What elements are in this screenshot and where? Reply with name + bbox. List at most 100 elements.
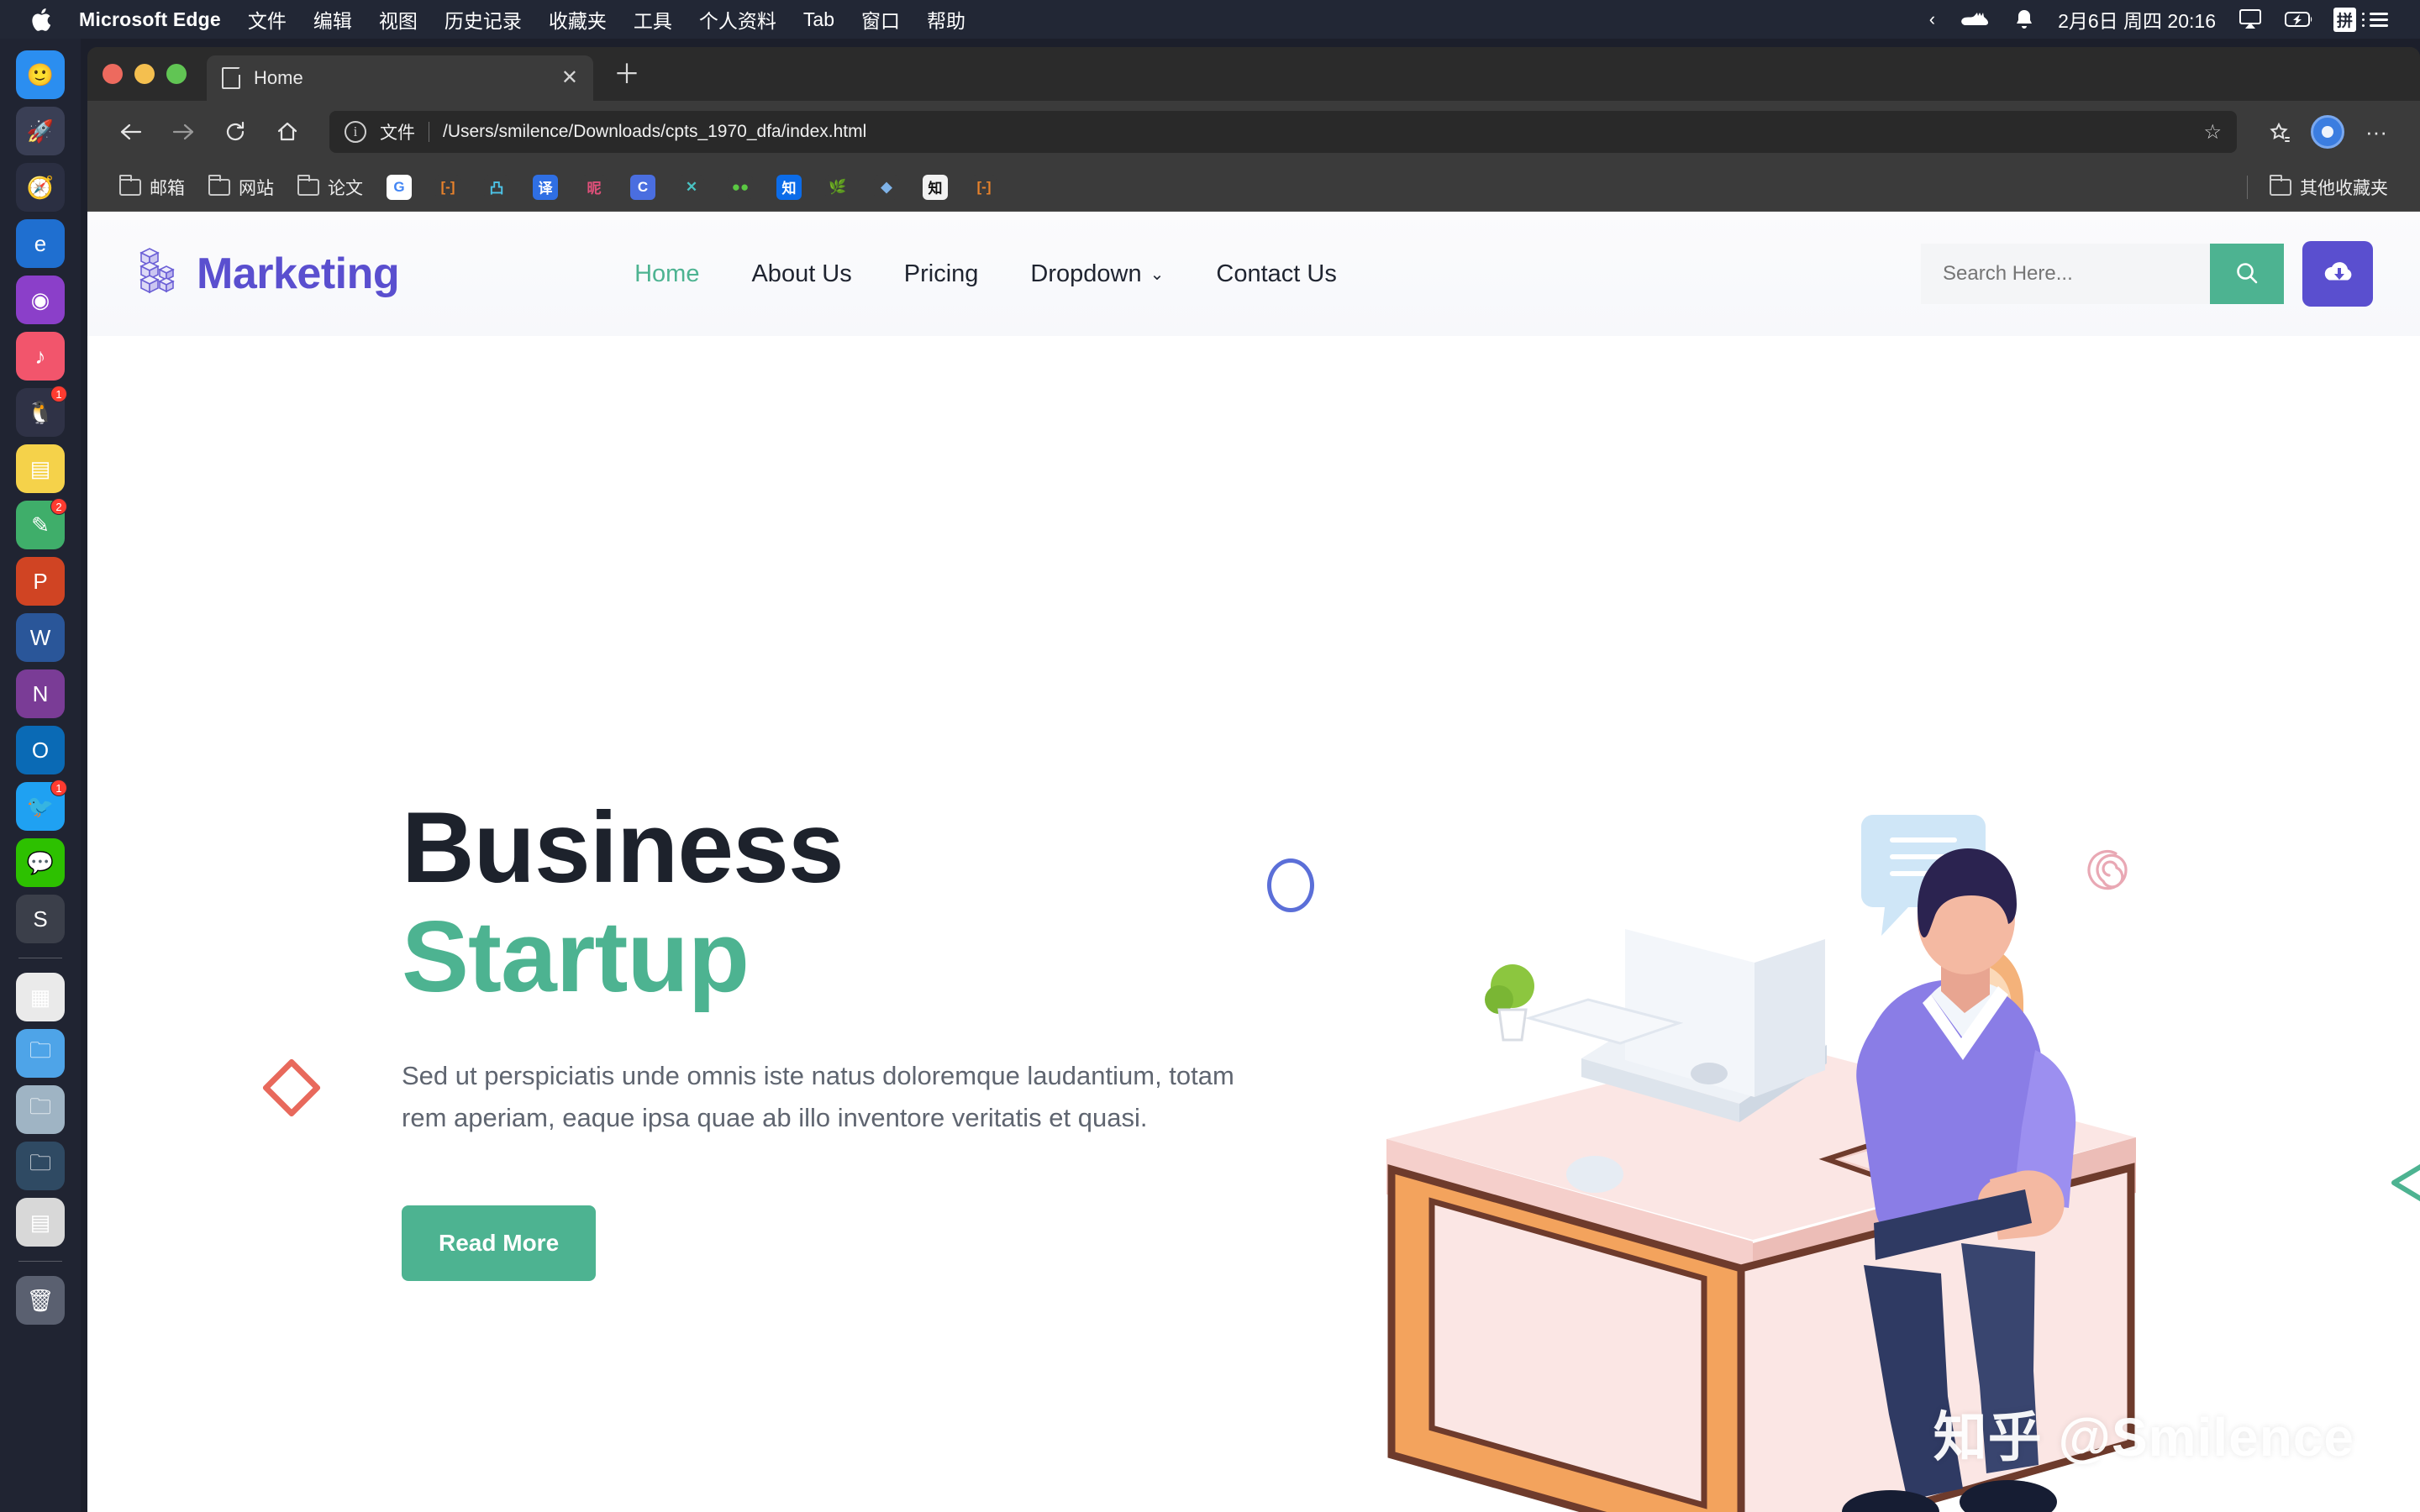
watermark-text: 知乎 @Smilence bbox=[1933, 1407, 2354, 1467]
bookmark-bilibili-icon[interactable]: 凸 bbox=[474, 170, 519, 205]
bookmark-label: 论文 bbox=[328, 178, 363, 198]
home-icon[interactable] bbox=[266, 110, 309, 154]
ni-icon: 昵 bbox=[581, 174, 607, 200]
dock-item-twitter[interactable]: 🐦 1 bbox=[16, 780, 67, 831]
control-center-icon[interactable] bbox=[2362, 12, 2398, 27]
arrow-right-icon[interactable] bbox=[161, 110, 205, 154]
bookmark-leaf-icon[interactable]: 🌿 bbox=[815, 170, 860, 205]
bookmarks-right-area: 其他收藏夹 bbox=[2247, 170, 2398, 205]
dock-item-folder-dark[interactable]: 🗀 bbox=[16, 1142, 65, 1190]
dock-item-finder[interactable]: 🙂 bbox=[16, 50, 65, 99]
window-minimize-button[interactable] bbox=[134, 64, 155, 84]
menu-item-window[interactable]: 窗口 bbox=[848, 5, 913, 34]
profile-avatar-icon[interactable] bbox=[2311, 115, 2344, 149]
bookmarks-divider bbox=[2247, 175, 2248, 199]
bookmark-邮箱[interactable]: 邮箱 bbox=[109, 170, 195, 205]
bookmark-coursera-icon[interactable]: C bbox=[620, 170, 666, 205]
bookmark-wechat-icon[interactable]: ●● bbox=[718, 170, 763, 205]
dock-item-word[interactable]: W bbox=[16, 613, 65, 662]
menu-item-favorites[interactable]: 收藏夹 bbox=[535, 5, 620, 34]
read-more-button[interactable]: Read More bbox=[402, 1205, 597, 1281]
nav-link-contact-us[interactable]: Contact Us bbox=[1216, 260, 1336, 288]
nav-link-dropdown[interactable]: Dropdown ⌄ bbox=[1030, 260, 1164, 288]
dock-badge: 1 bbox=[50, 780, 67, 796]
search-input[interactable] bbox=[1921, 244, 2210, 304]
search-button[interactable] bbox=[2210, 244, 2284, 304]
menu-item-edit[interactable]: 编辑 bbox=[300, 5, 366, 34]
menu-bar-datetime[interactable]: 2月6日 周四 20:16 bbox=[2046, 5, 2228, 34]
arrow-left-icon[interactable] bbox=[109, 110, 153, 154]
dock-item-folder-grey[interactable]: 🗀 bbox=[16, 1085, 65, 1134]
bookmark-diamond-icon[interactable]: ◆ bbox=[864, 170, 909, 205]
bookmark-zhihu-icon[interactable]: 知 bbox=[766, 170, 812, 205]
bookmark-ni-icon[interactable]: 昵 bbox=[571, 170, 617, 205]
bookmark-bracket-link-icon[interactable]: [-] bbox=[961, 170, 1007, 205]
browser-tab-home[interactable]: Home ✕ bbox=[207, 55, 593, 101]
bookmark-translate-icon[interactable]: 译 bbox=[523, 170, 568, 205]
site-search bbox=[1921, 244, 2284, 304]
cloud-download-button[interactable] bbox=[2302, 241, 2373, 307]
dock-item-microsoft-edge[interactable]: e bbox=[16, 219, 65, 268]
menu-app-name[interactable]: Microsoft Edge bbox=[66, 8, 234, 31]
menu-item-tools[interactable]: 工具 bbox=[620, 5, 686, 34]
menu-item-file[interactable]: 文件 bbox=[234, 5, 300, 34]
hero-paragraph: Sed ut perspiciatis unde omnis iste natu… bbox=[402, 1061, 1234, 1133]
menu-item-help[interactable]: 帮助 bbox=[913, 5, 979, 34]
chevron-left-icon[interactable]: ‹ bbox=[1918, 8, 1947, 30]
dock-item-screenshot[interactable]: ▤ bbox=[16, 1198, 65, 1247]
dock-item-safari[interactable]: 🧭 bbox=[16, 163, 65, 212]
browser-toolbar: i 文件 /Users/smilence/Downloads/cpts_1970… bbox=[87, 101, 2420, 163]
bookmark-论文[interactable]: 论文 bbox=[287, 170, 373, 205]
collections-icon[interactable] bbox=[2257, 110, 2301, 154]
bookmark-google-icon[interactable]: G bbox=[376, 170, 422, 205]
menu-item-history[interactable]: 历史记录 bbox=[431, 5, 535, 34]
menu-item-view[interactable]: 视图 bbox=[366, 5, 431, 34]
star-outline-icon[interactable]: ☆ bbox=[2203, 120, 2222, 144]
window-close-button[interactable] bbox=[103, 64, 123, 84]
dock-item-music[interactable]: ♪ bbox=[16, 332, 65, 381]
close-icon[interactable]: ✕ bbox=[561, 68, 578, 88]
dock-item-powerpoint[interactable]: P bbox=[16, 557, 65, 606]
address-url-text[interactable]: /Users/smilence/Downloads/cpts_1970_dfa/… bbox=[443, 122, 866, 142]
dock-item-folder-blue[interactable]: 🗀 bbox=[16, 1029, 65, 1078]
dock-item-outlook[interactable]: O bbox=[16, 726, 65, 774]
more-horizontal-icon[interactable]: ··· bbox=[2354, 110, 2398, 154]
google-icon: G bbox=[387, 174, 412, 200]
window-maximize-button[interactable] bbox=[166, 64, 187, 84]
dock-item-podcasts[interactable]: ◉ bbox=[16, 276, 65, 324]
menu-item-tab[interactable]: Tab bbox=[790, 8, 848, 31]
bookmark-calligraphy-icon[interactable]: 知 bbox=[913, 170, 958, 205]
dock-item-onenote[interactable]: N bbox=[16, 669, 65, 718]
apple-logo-icon[interactable] bbox=[24, 7, 59, 33]
input-method-indicator[interactable]: 拼 bbox=[2333, 7, 2356, 32]
bookmark-bracket-link-icon[interactable]: [-] bbox=[425, 170, 471, 205]
dock-item-wps-writer[interactable]: ✎ 2 bbox=[16, 498, 67, 549]
dock-item-qq[interactable]: 🐧 1 bbox=[16, 386, 67, 437]
dock-item-trash[interactable]: 🗑 bbox=[16, 1276, 65, 1325]
dock-item-launchpad[interactable]: 🚀 bbox=[16, 107, 65, 155]
nav-link-pricing[interactable]: Pricing bbox=[904, 260, 979, 288]
info-icon[interactable]: i bbox=[345, 121, 366, 143]
dock-item-preview[interactable]: ▦ bbox=[16, 973, 65, 1021]
new-tab-button[interactable]: ＋ bbox=[593, 60, 659, 101]
dock-item-sublime-text[interactable]: S bbox=[16, 895, 65, 943]
address-bar[interactable]: i 文件 /Users/smilence/Downloads/cpts_1970… bbox=[329, 111, 2237, 153]
watermark: 知乎 @Smilence bbox=[1933, 1394, 2354, 1472]
cat-icon[interactable] bbox=[1947, 10, 2002, 29]
airplay-icon[interactable] bbox=[2228, 9, 2273, 29]
nav-link-about-us[interactable]: About Us bbox=[751, 260, 851, 288]
browser-tab-strip: Home ✕ ＋ bbox=[87, 47, 2420, 101]
battery-charging-icon[interactable] bbox=[2273, 11, 2325, 28]
bookmark-xmind-icon[interactable]: ✕ bbox=[669, 170, 714, 205]
document-icon bbox=[222, 67, 240, 89]
dock-item-notes-list[interactable]: ▤ bbox=[16, 444, 65, 493]
bookmark-网站[interactable]: 网站 bbox=[198, 170, 284, 205]
zhihu-icon: 知 bbox=[776, 174, 802, 200]
nav-link-home[interactable]: Home bbox=[634, 260, 699, 288]
dock-item-wechat[interactable]: 💬 bbox=[16, 838, 65, 887]
reload-icon[interactable] bbox=[213, 110, 257, 154]
site-brand[interactable]: Marketing bbox=[134, 244, 400, 304]
menu-item-profile[interactable]: 个人资料 bbox=[686, 5, 790, 34]
bell-icon[interactable] bbox=[2002, 8, 2046, 30]
bookmark-other-favorites[interactable]: 其他收藏夹 bbox=[2260, 170, 2398, 205]
